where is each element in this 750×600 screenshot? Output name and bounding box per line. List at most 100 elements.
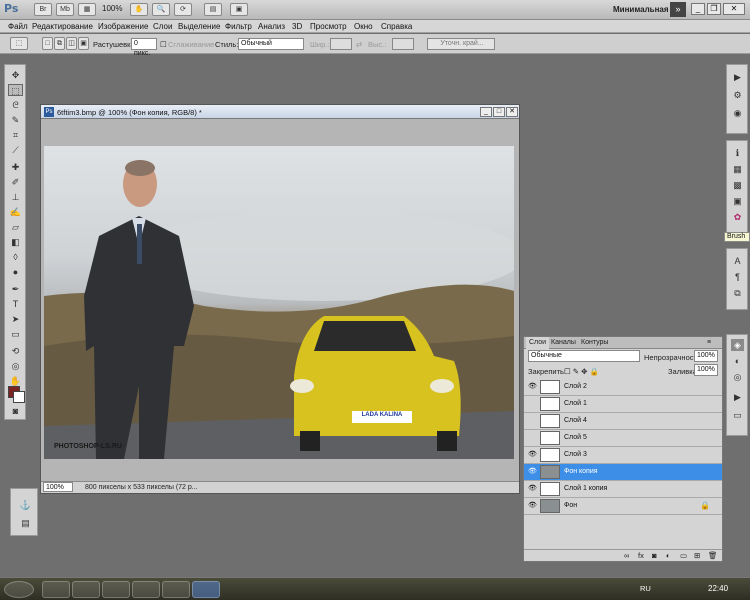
paragraph-panel-icon[interactable]: ¶ [731, 271, 744, 283]
menu-window[interactable]: Окно [354, 22, 373, 31]
zoom-level[interactable]: 100% [102, 4, 122, 13]
layer-row[interactable]: Слой 1 [524, 396, 722, 413]
chrome-task-icon[interactable] [72, 581, 100, 598]
refine-edge-button[interactable]: Уточн. край... [427, 38, 495, 50]
fill-input[interactable]: 100% [694, 364, 718, 376]
visibility-eye-icon[interactable]: 👁 [528, 502, 537, 510]
style-select[interactable]: Обычный [238, 38, 304, 50]
masks-panel-icon[interactable]: ◎ [731, 371, 744, 383]
adjustment-layer-icon[interactable]: ◐ [666, 551, 671, 560]
status-zoom-input[interactable]: 100% [43, 482, 73, 492]
crop-tool-icon[interactable]: ⌗ [8, 129, 23, 141]
pen-tool-icon[interactable]: ✒ [8, 283, 23, 295]
character-panel-icon[interactable]: A [731, 255, 744, 267]
layer-style-icon[interactable]: fx [638, 551, 644, 560]
menu-layers[interactable]: Слои [153, 22, 172, 31]
delete-layer-icon[interactable]: 🗑 [708, 551, 718, 560]
doc-maximize-button[interactable]: □ [493, 107, 505, 117]
background-color-swatch[interactable] [13, 391, 25, 403]
workspace-name[interactable]: Минимальная [613, 5, 669, 14]
rotate-view-icon[interactable]: ⟳ [174, 3, 192, 16]
history-brush-tool-icon[interactable]: ✍ [8, 206, 23, 218]
eraser-tool-icon[interactable]: ▱ [8, 221, 23, 233]
status-info[interactable]: 800 пикселы x 533 пикселы (72 p... [85, 484, 198, 491]
hand-icon[interactable]: ✋ [130, 3, 148, 16]
document-title-bar[interactable]: Ps 6tftim3.bmp @ 100% (Фон копия, RGB/8)… [41, 105, 519, 119]
workspace-switcher-button[interactable]: » [670, 2, 686, 17]
clock[interactable]: 22:40 [708, 584, 728, 593]
doc-close-button[interactable]: ✕ [506, 107, 518, 117]
wordpress-task-icon[interactable] [162, 581, 190, 598]
subtract-selection-icon[interactable]: ◫ [66, 37, 77, 50]
menu-image[interactable]: Изображение [98, 22, 148, 31]
tab-layers[interactable]: Слои [526, 337, 550, 349]
move-tool-icon[interactable]: ✥ [8, 69, 23, 81]
actions-panel-icon[interactable]: ⚙ [731, 89, 744, 101]
tab-paths[interactable]: Контуры [578, 337, 611, 349]
path-selection-tool-icon[interactable]: ➤ [8, 313, 23, 325]
eyedropper-tool-icon[interactable]: ⟋ [8, 144, 23, 156]
view-extras-icon[interactable]: ▦ [78, 3, 96, 16]
lasso-tool-icon[interactable]: ᘓ [8, 99, 23, 111]
tab-channels[interactable]: Каналы [548, 337, 579, 349]
swap-icon[interactable]: ⇄ [356, 40, 362, 49]
brush-panel-icon[interactable]: ✿ [731, 211, 744, 223]
width-input[interactable] [330, 38, 352, 50]
antialias-checkbox[interactable]: ☐ [160, 40, 167, 49]
add-mask-icon[interactable]: ◙ [652, 551, 657, 560]
visibility-eye-icon[interactable]: 👁 [528, 485, 537, 493]
menu-filter[interactable]: Фильтр [225, 22, 252, 31]
blend-mode-select[interactable]: Обычные [528, 350, 640, 362]
anchor-icon[interactable]: ⚓ [18, 499, 33, 511]
visibility-eye-icon[interactable]: 👁 [528, 451, 537, 459]
blur-tool-icon[interactable]: ◊ [8, 251, 23, 263]
layer-row[interactable]: 👁 Слой 2 [524, 379, 722, 396]
swatches-panel-icon[interactable]: ▩ [731, 179, 744, 191]
quick-mask-icon[interactable]: ◙ [8, 405, 23, 417]
layer-row-selected[interactable]: 👁 Фон копия [524, 464, 722, 481]
3d-rotate-tool-icon[interactable]: ⟲ [8, 345, 23, 357]
new-group-icon[interactable]: ▭ [680, 551, 687, 560]
adjustments-panel-icon[interactable]: ◐ [731, 355, 744, 367]
clone-source-panel-icon[interactable]: ⧉ [731, 287, 744, 299]
new-selection-icon[interactable]: □ [42, 37, 53, 50]
new-layer-icon[interactable]: ⊞ [694, 551, 700, 560]
close-button[interactable]: ✕ [723, 3, 745, 15]
menu-file[interactable]: Файл [8, 22, 28, 31]
layer-row[interactable]: 👁 Слой 1 копия [524, 481, 722, 498]
layers-panel-icon[interactable]: ◈ [731, 339, 744, 351]
minimize-button[interactable]: _ [691, 3, 705, 15]
intersect-selection-icon[interactable]: ▣ [78, 37, 89, 50]
marquee-tool-preset-icon[interactable]: ⬚ [10, 37, 28, 50]
brush-tool-icon[interactable]: ✐ [8, 176, 23, 188]
menu-edit[interactable]: Редактирование [32, 22, 93, 31]
add-selection-icon[interactable]: ⧉ [54, 37, 65, 50]
opacity-input[interactable]: 100% [694, 350, 718, 362]
arrange-documents-icon[interactable]: ▤ [204, 3, 222, 16]
layer-row[interactable]: Слой 4 [524, 413, 722, 430]
menu-analysis[interactable]: Анализ [258, 22, 285, 31]
layer-row[interactable]: 👁 Фон 🔒 [524, 498, 722, 515]
feather-input[interactable]: 0 пикс. [131, 38, 157, 57]
photoshop-task-icon[interactable] [192, 581, 220, 598]
table-icon[interactable]: ▤ [18, 517, 33, 529]
lock-icons[interactable]: ☐ ✎ ✥ 🔒 [564, 367, 599, 376]
image-canvas[interactable]: LADA KALINA PHOTOSHOP-LS.RU [44, 146, 514, 459]
styles-panel-icon[interactable]: ▣ [731, 195, 744, 207]
menu-view[interactable]: Просмотр [310, 22, 347, 31]
marquee-tool-icon[interactable]: ⬚ [8, 84, 23, 96]
3d-orbit-tool-icon[interactable]: ◎ [8, 360, 23, 372]
timeline-panel-icon[interactable]: ▭ [731, 409, 744, 421]
visibility-eye-icon[interactable]: 👁 [528, 383, 537, 391]
restore-button[interactable]: ❐ [707, 3, 721, 15]
start-button[interactable] [4, 581, 34, 598]
healing-brush-tool-icon[interactable]: ✚ [8, 161, 23, 173]
panel-menu-icon[interactable]: ≡ [704, 337, 714, 349]
menu-3d[interactable]: 3D [292, 22, 302, 31]
quick-selection-tool-icon[interactable]: ✎ [8, 114, 23, 126]
bridge-icon[interactable]: Br [34, 3, 52, 16]
screen-mode-icon[interactable]: ▣ [230, 3, 248, 16]
dodge-tool-icon[interactable]: ● [8, 266, 23, 278]
navigator-panel-icon[interactable]: ◉ [731, 107, 744, 119]
visibility-eye-icon[interactable]: 👁 [528, 468, 537, 476]
